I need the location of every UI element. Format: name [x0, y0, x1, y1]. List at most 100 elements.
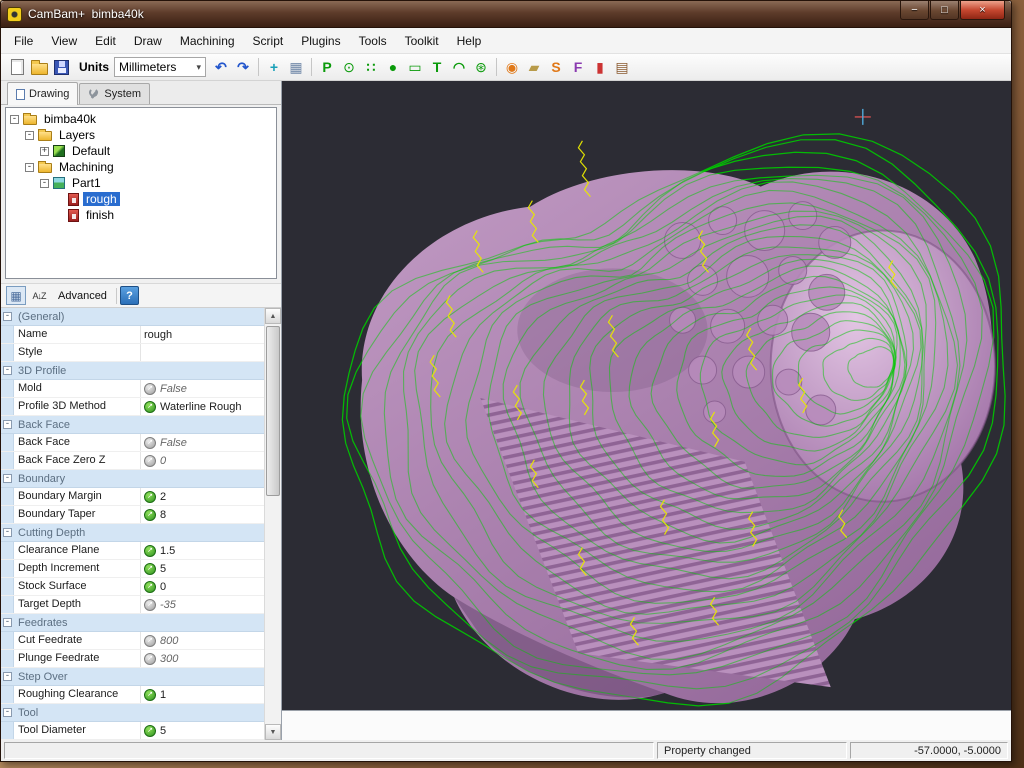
- category-tool[interactable]: -Tool: [1, 704, 264, 722]
- property-value[interactable]: 1: [160, 689, 166, 701]
- category-3d-profile[interactable]: -3D Profile: [1, 362, 264, 380]
- maximize-button[interactable]: □: [930, 1, 959, 20]
- menu-tools[interactable]: Tools: [350, 28, 396, 53]
- property-value[interactable]: Waterline Rough: [160, 401, 242, 413]
- property-value[interactable]: 5: [160, 725, 166, 737]
- tab-system[interactable]: System: [79, 83, 150, 104]
- property-value-cell[interactable]: ↗0: [141, 578, 264, 595]
- property-roughing-clearance[interactable]: Roughing Clearance↗1: [1, 686, 264, 704]
- property-name[interactable]: Namerough: [1, 326, 264, 344]
- tree-label-part1[interactable]: Part1: [69, 176, 104, 190]
- gear-icon[interactable]: ⊛: [470, 56, 492, 78]
- property-name[interactable]: Boundary Margin: [14, 488, 141, 505]
- property-name[interactable]: Name: [14, 326, 141, 343]
- menu-machining[interactable]: Machining: [171, 28, 244, 53]
- rectangle-icon[interactable]: ▭: [404, 56, 426, 78]
- property-name[interactable]: Stock Surface: [14, 578, 141, 595]
- tree-label-layers[interactable]: Layers: [56, 128, 98, 142]
- close-button[interactable]: ×: [960, 1, 1005, 20]
- surface-icon[interactable]: ◉: [501, 56, 523, 78]
- menu-plugins[interactable]: Plugins: [292, 28, 349, 53]
- collapse-icon[interactable]: -: [3, 474, 12, 483]
- property-value-cell[interactable]: ↗5: [141, 560, 264, 577]
- undo-icon[interactable]: ↶: [210, 56, 232, 78]
- tree-label-machining[interactable]: Machining: [56, 160, 117, 174]
- property-mold[interactable]: Mold↗ False: [1, 380, 264, 398]
- scroll-down-icon[interactable]: ▼: [265, 724, 281, 740]
- set-value-icon[interactable]: ↗: [144, 509, 156, 521]
- titlebar[interactable]: CamBam+ bimba40k − □ ×: [1, 1, 1011, 28]
- tree-item-machining[interactable]: -Machining: [8, 159, 274, 175]
- property-value-cell[interactable]: ↗Waterline Rough: [141, 398, 264, 415]
- open-file-icon[interactable]: [28, 56, 50, 78]
- property-profile-3d-method[interactable]: Profile 3D Method↗Waterline Rough: [1, 398, 264, 416]
- default-value-icon[interactable]: ↗: [144, 635, 156, 647]
- set-value-icon[interactable]: ↗: [144, 725, 156, 737]
- tab-drawing[interactable]: Drawing: [7, 82, 78, 105]
- circle-icon[interactable]: ⊙: [338, 56, 360, 78]
- tree-toggle-icon[interactable]: -: [25, 131, 34, 140]
- menu-view[interactable]: View: [42, 28, 86, 53]
- property-value-cell[interactable]: ↗1.5: [141, 542, 264, 559]
- point-list-icon[interactable]: ∷: [360, 56, 382, 78]
- collapse-icon[interactable]: -: [3, 312, 12, 321]
- property-value[interactable]: False: [160, 437, 187, 449]
- snap-grid-icon[interactable]: ▦: [285, 56, 307, 78]
- minimize-button[interactable]: −: [900, 1, 929, 20]
- property-name[interactable]: Target Depth: [14, 596, 141, 613]
- property-clearance-plane[interactable]: Clearance Plane↗1.5: [1, 542, 264, 560]
- property-value-cell[interactable]: ↗False: [141, 434, 264, 451]
- property-value-cell[interactable]: ↗300: [141, 650, 264, 667]
- property-value-cell[interactable]: ↗5: [141, 722, 264, 739]
- property-back-face-zero-z[interactable]: Back Face Zero Z↗0: [1, 452, 264, 470]
- default-value-icon[interactable]: ↗: [144, 455, 156, 467]
- property-name[interactable]: Roughing Clearance: [14, 686, 141, 703]
- property-value-cell[interactable]: ↗ 800: [141, 632, 264, 649]
- property-value[interactable]: 800: [160, 635, 178, 647]
- property-value[interactable]: 2: [160, 491, 166, 503]
- property-value[interactable]: 0: [160, 455, 166, 467]
- gauge-icon[interactable]: ▮: [589, 56, 611, 78]
- tree-toggle-icon[interactable]: +: [40, 147, 49, 156]
- property-plunge-feedrate[interactable]: Plunge Feedrate↗300: [1, 650, 264, 668]
- region-icon[interactable]: ▰: [523, 56, 545, 78]
- default-value-icon[interactable]: ↗: [144, 383, 156, 395]
- category-feedrates[interactable]: -Feedrates: [1, 614, 264, 632]
- property-name[interactable]: Profile 3D Method: [14, 398, 141, 415]
- property-boundary-margin[interactable]: Boundary Margin↗2: [1, 488, 264, 506]
- polyline-icon[interactable]: P: [316, 56, 338, 78]
- default-value-icon[interactable]: ↗: [144, 599, 156, 611]
- property-value-cell[interactable]: [141, 344, 264, 361]
- tree-item-bimba40k[interactable]: -bimba40k: [8, 111, 274, 127]
- arc-icon[interactable]: ◠: [448, 56, 470, 78]
- property-cut-feedrate[interactable]: Cut Feedrate↗800: [1, 632, 264, 650]
- property-value-cell[interactable]: ↗ False: [141, 380, 264, 397]
- new-file-icon[interactable]: [6, 56, 28, 78]
- category-cutting-depth[interactable]: -Cutting Depth: [1, 524, 264, 542]
- property-back-face[interactable]: Back Face↗False: [1, 434, 264, 452]
- tree-item-rough[interactable]: rough: [8, 191, 274, 207]
- property-name[interactable]: Boundary Taper: [14, 506, 141, 523]
- tree-item-finish[interactable]: finish: [8, 207, 274, 223]
- scroll-thumb[interactable]: [266, 326, 280, 496]
- tree-toggle-icon[interactable]: -: [40, 179, 49, 188]
- collapse-icon[interactable]: -: [3, 528, 12, 537]
- property-value[interactable]: False: [160, 383, 187, 395]
- categorized-view-button[interactable]: ▦: [6, 286, 26, 305]
- text-icon[interactable]: T: [426, 56, 448, 78]
- property-name[interactable]: Style: [14, 344, 141, 361]
- property-name[interactable]: Plunge Feedrate: [14, 650, 141, 667]
- property-value[interactable]: rough: [144, 329, 172, 341]
- tree-item-part1[interactable]: - Part1: [8, 175, 274, 191]
- film-icon[interactable]: ▤: [611, 56, 633, 78]
- category-boundary[interactable]: -Boundary: [1, 470, 264, 488]
- property-style[interactable]: Style: [1, 344, 264, 362]
- property-depth-increment[interactable]: Depth Increment↗5: [1, 560, 264, 578]
- collapse-icon[interactable]: -: [3, 672, 12, 681]
- category-general[interactable]: -(General): [1, 308, 264, 326]
- tree-toggle-icon[interactable]: -: [10, 115, 19, 124]
- menu-draw[interactable]: Draw: [125, 28, 171, 53]
- tree-item-layers[interactable]: - Layers: [8, 127, 274, 143]
- set-value-icon[interactable]: ↗: [144, 581, 156, 593]
- property-name[interactable]: Mold: [14, 380, 141, 397]
